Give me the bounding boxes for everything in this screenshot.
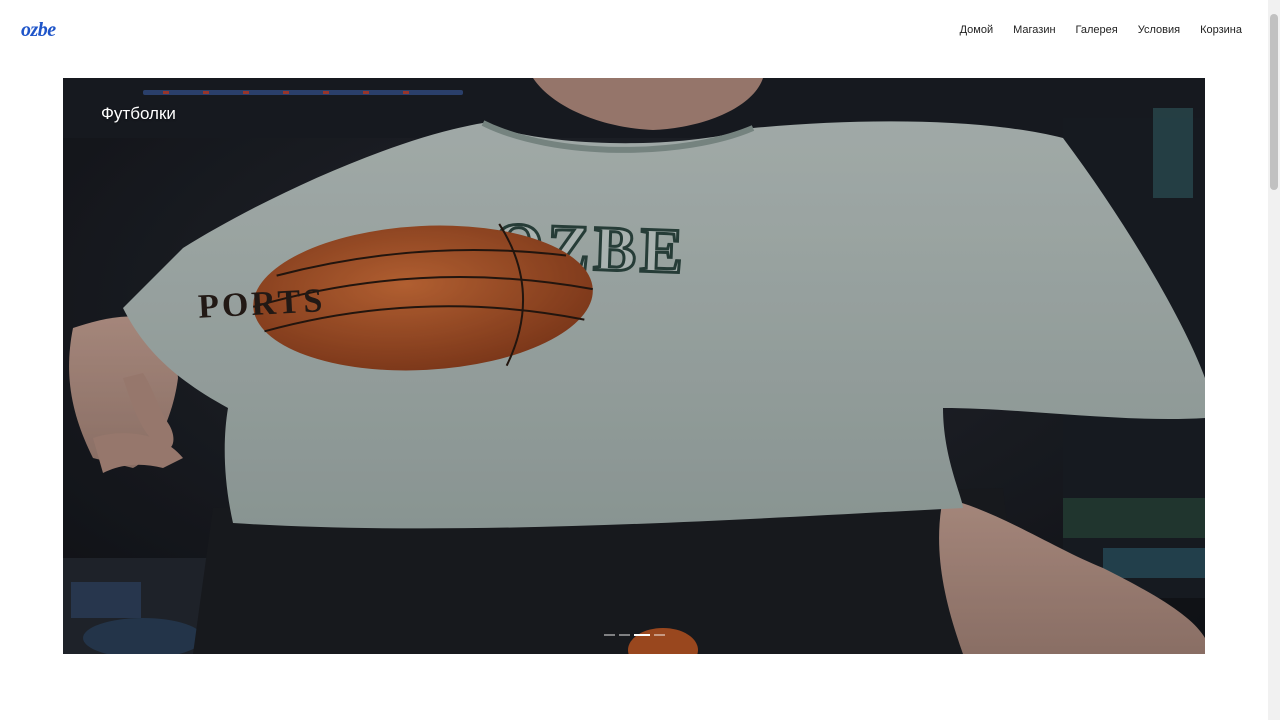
ozbe-logo[interactable]: ozbe [20,20,82,40]
slider-indicators [604,634,665,636]
slide-indicator-3[interactable] [634,634,650,636]
nav-home[interactable]: Домой [960,22,994,38]
scrollbar-thumb[interactable] [1270,14,1278,190]
hero-slider[interactable]: OZBE PORTS Футболки [63,78,1205,654]
nav-cart[interactable]: Корзина [1200,22,1242,38]
slide-indicator-4[interactable] [654,634,665,636]
page-scrollbar[interactable] [1268,0,1280,720]
main-nav: Домой Магазин Галерея Условия Корзина [960,22,1242,38]
slide-indicator-1[interactable] [604,634,615,636]
slide-indicator-2[interactable] [619,634,630,636]
nav-gallery[interactable]: Галерея [1076,22,1118,38]
slide-title: Футболки [101,104,176,123]
nav-terms[interactable]: Условия [1138,22,1180,38]
svg-text:ozbe: ozbe [21,20,56,40]
site-header: ozbe Домой Магазин Галерея Условия Корзи… [0,0,1268,60]
hero-photo: OZBE PORTS [63,78,1205,654]
nav-shop[interactable]: Магазин [1013,22,1055,38]
